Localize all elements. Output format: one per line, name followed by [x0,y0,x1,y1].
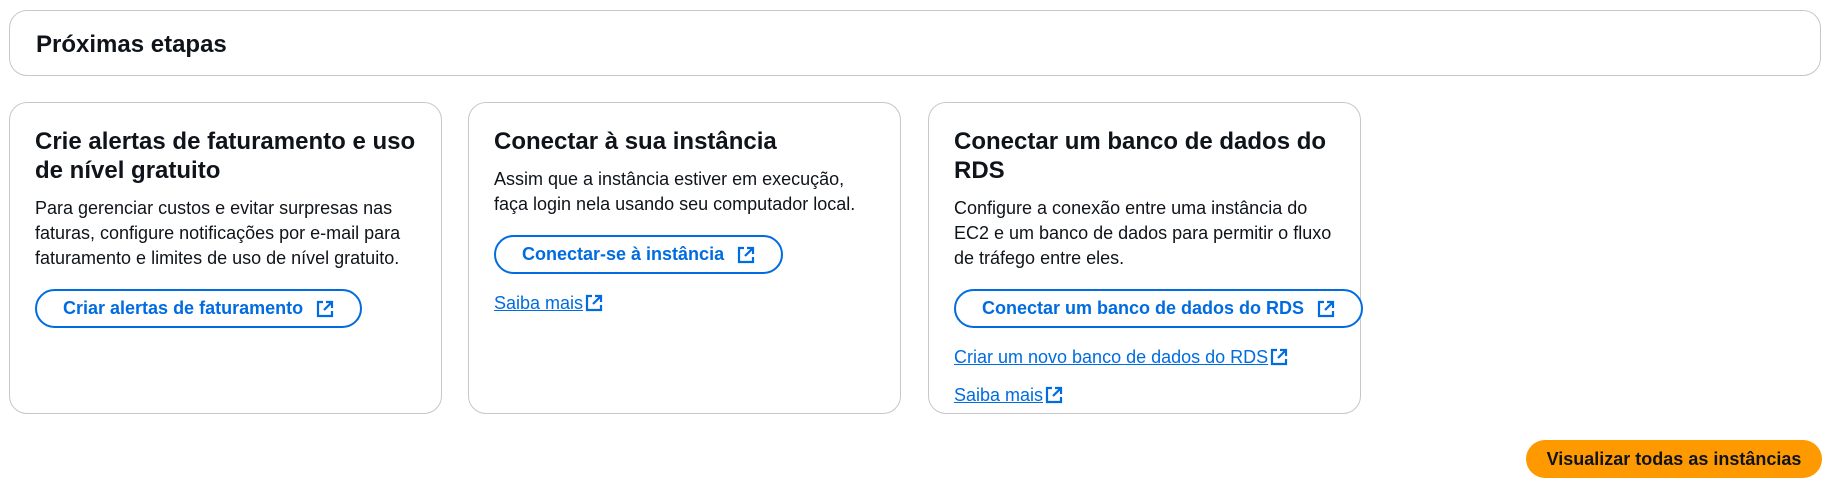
learn-more-link[interactable]: Saiba mais [494,291,603,315]
external-link-icon [585,294,603,312]
button-label: Criar alertas de faturamento [63,298,304,318]
button-label: Conectar-se à instância [522,244,725,264]
learn-more-link[interactable]: Saiba mais [954,383,1063,407]
card-title: Crie alertas de faturamento e uso de nív… [35,128,416,184]
section-title: Próximas etapas [36,31,227,58]
button-label: Visualizar todas as instâncias [1546,448,1802,469]
connect-to-instance-button[interactable]: Conectar-se à instância [494,235,784,274]
link-label: Saiba mais [494,293,584,313]
link-label: Criar um novo banco de dados do RDS [954,347,1269,367]
create-new-rds-database-link[interactable]: Criar um novo banco de dados do RDS [954,345,1288,369]
button-label: Conectar um banco de dados do RDS [982,298,1305,318]
card-description: Para gerenciar custos e evitar surpresas… [35,198,401,268]
external-link-icon [1317,300,1335,318]
next-steps-header: Próximas etapas [9,10,1821,76]
card-title: Conectar à sua instância [494,128,777,155]
card-billing-alerts: Crie alertas de faturamento e uso de nív… [9,102,442,414]
card-description: Assim que a instância estiver em execuçã… [494,169,856,214]
card-connect-rds: Conectar um banco de dados do RDS Config… [928,102,1364,414]
external-link-icon [316,300,334,318]
card-title: Conectar um banco de dados do RDS [954,128,1327,184]
link-label: Saiba mais [954,385,1044,405]
external-link-icon [1270,348,1288,366]
external-link-icon [1045,386,1063,404]
external-link-icon [737,246,755,264]
connect-rds-database-button[interactable]: Conectar um banco de dados do RDS [954,289,1364,328]
create-billing-alerts-button[interactable]: Criar alertas de faturamento [35,289,363,328]
view-all-instances-button[interactable]: Visualizar todas as instâncias [1526,440,1822,478]
card-connect-instance: Conectar à sua instância Assim que a ins… [468,102,901,414]
card-description: Configure a conexão entre uma instância … [954,198,1332,268]
